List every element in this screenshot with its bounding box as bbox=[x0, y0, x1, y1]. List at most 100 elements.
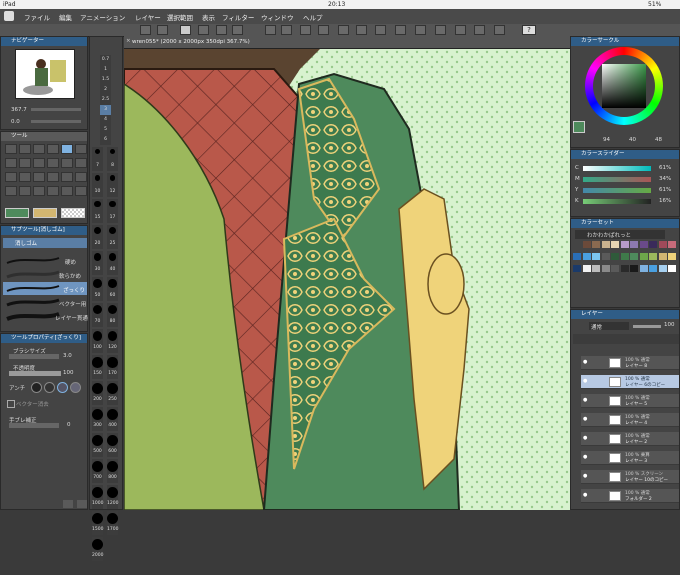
color-swatch[interactable] bbox=[668, 253, 676, 260]
antialias-weak-button[interactable] bbox=[44, 382, 55, 393]
pencil-tool-icon[interactable] bbox=[19, 158, 31, 168]
blend-mode-select[interactable]: 通常 bbox=[589, 322, 629, 331]
eraser-tool-icon[interactable] bbox=[61, 144, 73, 154]
color-swatch[interactable] bbox=[592, 265, 600, 272]
quick-access-button[interactable] bbox=[180, 25, 191, 35]
figure-tool-icon[interactable] bbox=[33, 172, 45, 182]
menu-help[interactable]: ヘルプ bbox=[303, 12, 323, 22]
correct-line-tool-icon[interactable] bbox=[19, 186, 31, 196]
selection-tool-icon[interactable] bbox=[47, 144, 59, 154]
color-swatch[interactable] bbox=[649, 253, 657, 260]
perspective-button[interactable] bbox=[455, 25, 466, 35]
visibility-eye-icon[interactable]: ● bbox=[583, 492, 589, 498]
brush-size-cell[interactable]: 600 bbox=[107, 433, 118, 457]
color-swatch[interactable] bbox=[573, 241, 581, 248]
brush-size-cell[interactable]: 200 bbox=[92, 381, 103, 405]
app-icon[interactable] bbox=[4, 11, 14, 21]
clear-button[interactable] bbox=[356, 25, 367, 35]
layer-row[interactable]: ● 100 % 乗算 レイヤー 3 bbox=[581, 451, 679, 465]
brush-size-cell[interactable]: 0.7 bbox=[100, 55, 111, 65]
brush-size-cell[interactable]: 50 bbox=[92, 277, 103, 301]
color-swatch[interactable] bbox=[601, 265, 610, 272]
crop-button[interactable] bbox=[338, 25, 349, 35]
invert-selection-button[interactable] bbox=[318, 25, 329, 35]
color-swatch[interactable] bbox=[592, 253, 600, 260]
color-swatch[interactable] bbox=[630, 265, 638, 272]
color-swatch[interactable] bbox=[658, 241, 667, 248]
layer-row[interactable]: ● 100 % 通常 レイヤー 4 bbox=[581, 413, 679, 427]
brush-size-cell[interactable]: 800 bbox=[107, 459, 118, 483]
move-tool-icon[interactable] bbox=[5, 144, 17, 154]
brush-size-cell[interactable]: 15 bbox=[92, 199, 103, 223]
brush-size-cell[interactable]: 2 bbox=[100, 85, 111, 95]
opacity-slider[interactable] bbox=[9, 371, 61, 376]
color-swatch[interactable] bbox=[592, 241, 600, 248]
brush-size-cell[interactable]: 250 bbox=[107, 381, 118, 405]
rotate-tool-icon[interactable] bbox=[75, 186, 87, 196]
brush-size-cell[interactable]: 12 bbox=[107, 173, 118, 197]
menu-file[interactable]: ファイル bbox=[24, 12, 50, 22]
zoom-slider[interactable] bbox=[31, 108, 81, 111]
color-set-swatches[interactable] bbox=[573, 241, 679, 305]
hand-tool-icon[interactable] bbox=[61, 186, 73, 196]
color-swatch[interactable] bbox=[639, 241, 648, 248]
lasso-tool-icon[interactable] bbox=[75, 144, 87, 154]
deselect-button[interactable] bbox=[300, 25, 311, 35]
hue-ring[interactable] bbox=[585, 47, 663, 125]
visibility-eye-icon[interactable]: ● bbox=[583, 378, 589, 384]
fill-button[interactable] bbox=[198, 25, 209, 35]
menu-layer[interactable]: レイヤー bbox=[135, 12, 161, 22]
eyedropper-tool-icon[interactable] bbox=[75, 172, 87, 182]
color-swatch[interactable] bbox=[611, 253, 619, 260]
subtool-item-through[interactable]: レイヤー貫通 bbox=[3, 310, 88, 323]
save-button[interactable] bbox=[216, 25, 227, 35]
visibility-eye-icon[interactable]: ● bbox=[583, 397, 589, 403]
brush-size-cell[interactable]: 700 bbox=[92, 459, 103, 483]
brush-size-cell[interactable]: 2.5 bbox=[100, 95, 111, 105]
slider-row-k[interactable]: K 16% bbox=[575, 197, 677, 207]
brush-size-cell[interactable]: 40 bbox=[107, 251, 118, 275]
airbrush-tool-icon[interactable] bbox=[47, 158, 59, 168]
visibility-eye-icon[interactable]: ● bbox=[583, 435, 589, 441]
color-swatch[interactable] bbox=[630, 253, 638, 260]
color-swatch[interactable] bbox=[668, 265, 676, 272]
brush-size-cell[interactable]: 1500 bbox=[92, 511, 103, 535]
new-file-button[interactable] bbox=[140, 25, 151, 35]
color-swatch[interactable] bbox=[582, 253, 591, 260]
menu-animation[interactable]: アニメーション bbox=[80, 12, 125, 22]
open-file-button[interactable] bbox=[157, 25, 168, 35]
brush-size-cell[interactable]: 1000 bbox=[92, 485, 103, 509]
color-swatch[interactable] bbox=[620, 241, 629, 248]
color-swatch[interactable] bbox=[611, 265, 619, 272]
brush-size-cell[interactable]: 20 bbox=[92, 225, 103, 249]
color-swatch[interactable] bbox=[582, 241, 591, 248]
transparent-color-swatch[interactable] bbox=[61, 208, 85, 218]
balloon-tool-icon[interactable] bbox=[61, 172, 73, 182]
slider-row-y[interactable]: Y 61% bbox=[575, 186, 677, 196]
brush-tool-icon[interactable] bbox=[33, 158, 45, 168]
layer-row[interactable]: ● 100 % 通常 レイヤー 8 bbox=[581, 356, 679, 370]
brush-size-cell[interactable]: 5 bbox=[100, 125, 111, 135]
redo-icon[interactable] bbox=[281, 25, 292, 35]
brush-size-cell[interactable]: 400 bbox=[107, 407, 118, 431]
color-swatch[interactable] bbox=[668, 241, 676, 248]
antialias-none-button[interactable] bbox=[31, 382, 42, 393]
brush-size-cell[interactable]: 8 bbox=[107, 147, 118, 171]
export-button[interactable] bbox=[232, 25, 243, 35]
blend-tool-icon[interactable] bbox=[75, 158, 87, 168]
color-swatch[interactable] bbox=[649, 241, 657, 248]
brush-size-cell[interactable]: 17 bbox=[107, 199, 118, 223]
main-color-swatch[interactable] bbox=[5, 208, 29, 218]
brush-size-cell[interactable]: 170 bbox=[107, 355, 118, 379]
menu-filter[interactable]: フィルター bbox=[222, 12, 254, 22]
layer-opacity-slider[interactable] bbox=[633, 325, 661, 328]
close-tab-icon[interactable]: × bbox=[126, 38, 131, 44]
brush-size-slider[interactable] bbox=[9, 354, 59, 359]
color-swatch[interactable] bbox=[611, 241, 619, 248]
color-set-dropdown[interactable]: わかわかぱれっと bbox=[575, 230, 665, 239]
snap-special-button[interactable] bbox=[474, 25, 485, 35]
property-settings-icon[interactable] bbox=[63, 500, 73, 508]
canvas-area[interactable] bbox=[124, 49, 570, 510]
brush-size-cell[interactable]: 100 bbox=[92, 329, 103, 353]
brush-size-cell[interactable]: 70 bbox=[92, 303, 103, 327]
